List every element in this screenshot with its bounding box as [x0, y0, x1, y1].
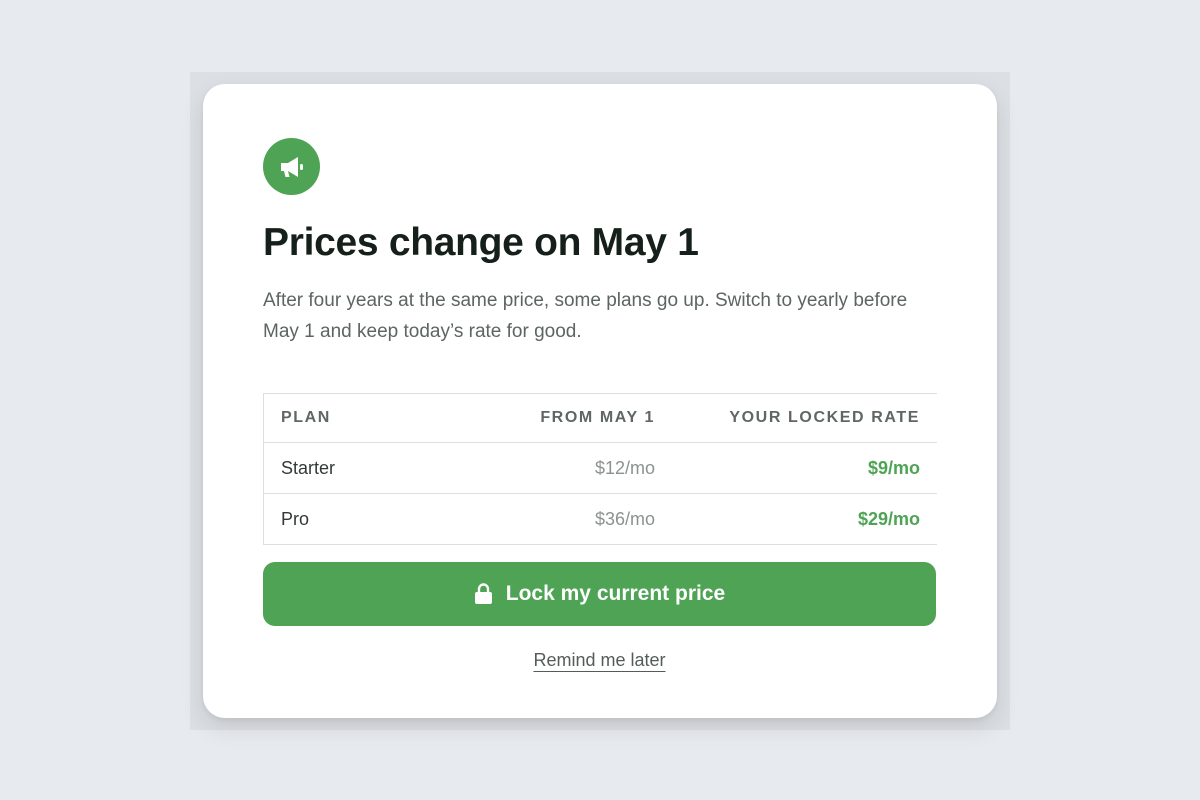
pricing-table-grid: PLAN FROM MAY 1 YOUR LOCKED RATE Starter… [264, 394, 937, 544]
remind-later-container: Remind me later [263, 650, 936, 671]
lock-price-button-label: Lock my current price [505, 582, 726, 605]
table-header-row: PLAN FROM MAY 1 YOUR LOCKED RATE [264, 394, 937, 443]
column-header-from-may: FROM MAY 1 [540, 409, 655, 426]
megaphone-icon [263, 138, 320, 195]
megaphone-icon-glyph [280, 156, 303, 177]
table-row: Pro $36/mo $29/mo [264, 493, 937, 545]
locked-rate: $29/mo [857, 508, 920, 529]
plan-name: Pro [281, 508, 310, 529]
table-row: Starter $12/mo $9/mo [264, 442, 937, 494]
dialog-content: Prices change on May 1 After four years … [263, 138, 937, 671]
column-header-locked-rate: YOUR LOCKED RATE [729, 409, 920, 426]
remind-later-link[interactable]: Remind me later [533, 650, 665, 670]
locked-rate: $9/mo [867, 457, 920, 478]
dialog-description: After four years at the same price, some… [263, 290, 908, 342]
new-price: $36/mo [594, 508, 655, 529]
plan-name: Starter [281, 457, 336, 478]
column-header-plan: PLAN [281, 409, 331, 426]
lock-icon [474, 583, 492, 604]
dialog-title: Prices change on May 1 [263, 221, 699, 264]
price-change-dialog: Prices change on May 1 After four years … [203, 84, 997, 718]
lock-price-button[interactable]: Lock my current price [263, 562, 936, 626]
new-price: $12/mo [594, 457, 655, 478]
pricing-table: PLAN FROM MAY 1 YOUR LOCKED RATE Starter… [263, 393, 937, 545]
